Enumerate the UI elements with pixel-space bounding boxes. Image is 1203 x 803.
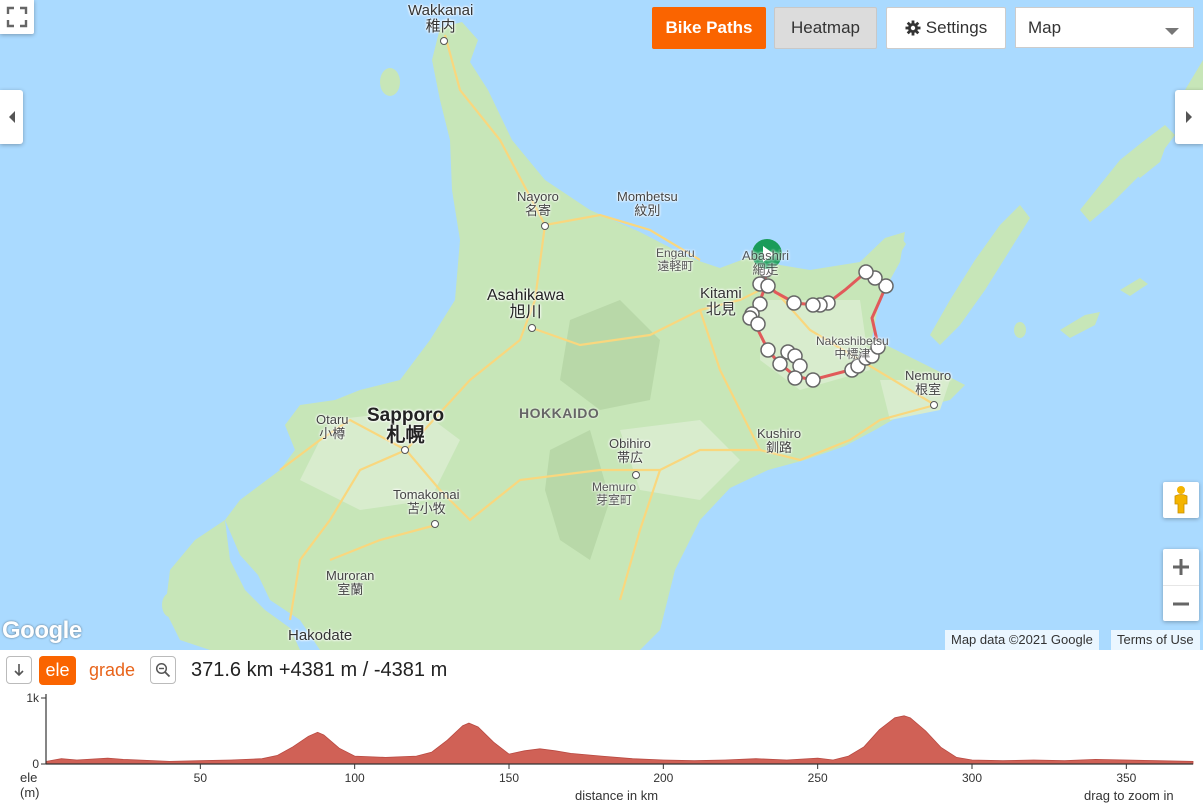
zoom-in-button[interactable] xyxy=(1163,549,1199,586)
fullscreen-button[interactable] xyxy=(0,0,34,34)
map-type-select[interactable]: Map xyxy=(1015,7,1194,48)
settings-button[interactable]: Settings xyxy=(886,7,1006,49)
place-kitami: Kitami 北見 xyxy=(700,285,742,318)
y-axis-label: ele (m) xyxy=(20,770,40,800)
etorofu-island xyxy=(1080,125,1175,222)
left-panel-toggle[interactable] xyxy=(0,90,23,144)
place-asahikawa: Asahikawa 旭川 xyxy=(487,287,565,321)
city-dot xyxy=(528,324,536,332)
place-wakkanai: Wakkanai 稚内 xyxy=(408,2,474,35)
minus-icon xyxy=(1173,602,1189,605)
x-tick-label: 200 xyxy=(653,771,673,785)
map-type-value: Map xyxy=(1028,17,1062,37)
zoom-out-button[interactable] xyxy=(1163,586,1199,621)
caret-down-icon xyxy=(1165,28,1179,35)
map-data-attribution: Map data ©2021 Google xyxy=(945,630,1099,650)
kunashiri-island xyxy=(930,205,1030,345)
place-nemuro: Nemuro 根室 xyxy=(905,368,952,397)
elevation-area xyxy=(45,715,1194,765)
settings-label: Settings xyxy=(925,18,988,37)
chevron-right-icon xyxy=(1186,111,1192,123)
elevation-chart[interactable]: 0 1k 50 100 150 200 250 300 350 xyxy=(0,650,1203,801)
place-obihiro: Obihiro 帯広 xyxy=(609,436,651,465)
gear-icon xyxy=(905,20,921,36)
place-mombetsu: Mombetsu 紋別 xyxy=(617,189,678,218)
pegman-icon xyxy=(1174,486,1188,514)
place-tomakomai: Tomakomai 苫小牧 xyxy=(393,487,460,516)
zoom-control xyxy=(1163,549,1199,621)
google-logo: Google xyxy=(2,617,82,644)
x-tick-label: 350 xyxy=(1116,771,1136,785)
elevation-panel: ele grade 371.6 km +4381 m / -4381 m 0 1k… xyxy=(0,650,1203,803)
city-dot xyxy=(440,37,448,45)
heatmap-button[interactable]: Heatmap xyxy=(774,7,877,49)
place-otaru: Otaru 小樽 xyxy=(316,412,349,441)
right-panel-toggle[interactable] xyxy=(1175,90,1203,144)
chevron-left-icon xyxy=(8,111,15,123)
bike-paths-button[interactable]: Bike Paths xyxy=(652,7,766,49)
street-view-button[interactable] xyxy=(1163,482,1199,518)
plus-icon xyxy=(1173,559,1189,575)
city-dot xyxy=(401,446,409,454)
place-sapporo: Sapporo 札幌 xyxy=(367,405,445,446)
place-muroran: Muroran 室蘭 xyxy=(326,568,375,597)
city-dot xyxy=(541,222,549,230)
x-tick-label: 250 xyxy=(808,771,828,785)
y-tick-label: 1k xyxy=(26,691,40,705)
y-axis-label-line2: (m) xyxy=(20,785,40,800)
city-dot xyxy=(431,520,439,528)
city-dot xyxy=(632,471,640,479)
region-hokkaido: HOKKAIDO xyxy=(519,405,600,421)
place-memuro: Memuro 芽室町 xyxy=(592,480,637,507)
place-hakodate: Hakodate xyxy=(288,627,353,644)
terms-of-use-link[interactable]: Terms of Use xyxy=(1111,630,1200,650)
x-tick-label: 100 xyxy=(345,771,365,785)
place-nakashibetsu: Nakashibetsu 中標津 xyxy=(816,334,889,361)
city-dot xyxy=(930,401,938,409)
map-view[interactable]: Wakkanai 稚内 Nayoro 名寄 Mombetsu 紋別 Engaru 遠軽町… xyxy=(0,0,1203,650)
place-nayoro: Nayoro 名寄 xyxy=(517,189,559,218)
y-tick-label: 0 xyxy=(32,757,39,771)
place-engaru: Engaru 遠軽町 xyxy=(656,246,695,273)
map-tiles xyxy=(162,22,1203,650)
fullscreen-icon xyxy=(6,6,28,28)
place-kushiro: Kushiro 釧路 xyxy=(757,426,802,455)
x-tick-label: 300 xyxy=(962,771,982,785)
x-tick-label: 150 xyxy=(499,771,519,785)
y-axis-label-line1: ele xyxy=(20,770,38,785)
place-abashiri: Abashiri 網走 xyxy=(742,248,789,277)
x-tick-label: 50 xyxy=(194,771,208,785)
